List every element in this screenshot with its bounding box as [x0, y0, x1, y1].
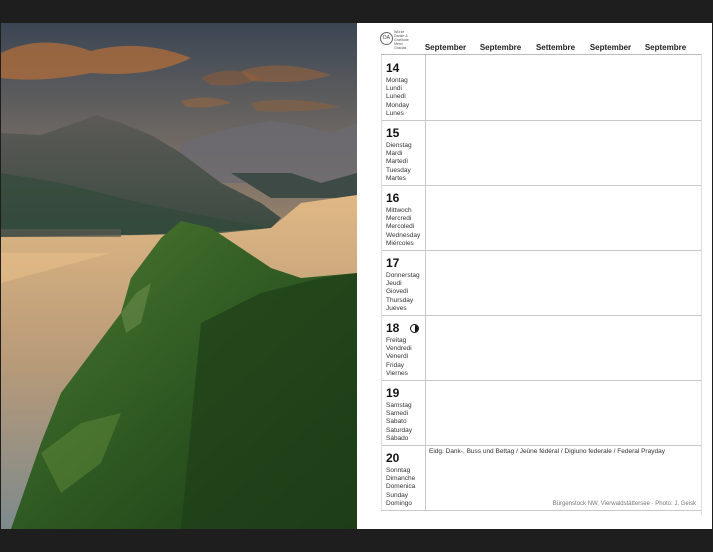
day-name-fr: Jeudi: [386, 280, 402, 288]
day-name-de: Montag: [386, 77, 408, 84]
day-row-16: 16 Mittwoch Mercredi Mercoledì Wednesday…: [381, 185, 701, 251]
day-names: Dienstag Mardi Martedì Tuesday Martes: [386, 142, 412, 183]
month-label-spanish: Septembre: [644, 43, 687, 52]
day-name-de: Donnerstag: [386, 272, 420, 279]
photo-credit: Bürgenstock NW, Vierwaldstättersee · Pho…: [552, 501, 696, 507]
day-name-it: Mercoledì: [386, 223, 415, 231]
day-name-de: Freitag: [386, 337, 407, 344]
day-name-it: Venerdì: [386, 353, 409, 361]
day-name-fr: Mercredi: [386, 215, 412, 223]
day-name-fr: Mardi: [386, 150, 403, 158]
day-row-18: 18 Freitag Vendredi Venerdì Friday Viern…: [381, 315, 701, 381]
logo-text: Würze Danke & Gratitude Merci Gracias: [394, 30, 409, 50]
day-name-fr: Dimanche: [386, 475, 416, 483]
day-name-es: Domingo: [386, 499, 413, 507]
day-cell: 15 Dienstag Mardi Martedì Tuesday Martes: [381, 120, 426, 185]
day-names: Mittwoch Mercredi Mercoledì Wednesday Mi…: [386, 207, 420, 248]
day-name-de: Sonntag: [386, 467, 411, 474]
day-cell: 19 Samstag Samedi Sabato Saturday Sábado: [381, 380, 426, 445]
day-number: 14: [386, 61, 400, 75]
day-name-it: Domenica: [386, 483, 416, 491]
calendar-spread: DA Würze Danke & Gratitude Merci Gracias…: [1, 23, 712, 529]
day-name-fr: Samedi: [386, 410, 409, 418]
day-row-14: 14 Montag Lundi Lunedì Monday Lunes: [381, 55, 701, 121]
day-name-es: Lunes: [386, 109, 404, 117]
day-row-17: 17 Donnerstag Jeudi Giovedì Thursday Jue…: [381, 250, 701, 316]
day-name-en: Wednesday: [386, 231, 421, 239]
month-label-german: September: [424, 43, 467, 52]
day-name-es: Martes: [386, 174, 406, 182]
landscape-photo: [1, 23, 357, 529]
day-cell: 14 Montag Lundi Lunedì Monday Lunes: [381, 55, 426, 120]
day-name-es: Jueves: [386, 304, 407, 312]
day-cell: 18 Freitag Vendredi Venerdì Friday Viern…: [381, 315, 426, 380]
day-name-de: Samstag: [386, 402, 412, 409]
month-label-italian: Settembre: [535, 43, 576, 52]
day-cell: 17 Donnerstag Jeudi Giovedì Thursday Jue…: [381, 250, 426, 315]
day-name-it: Sabato: [386, 418, 407, 426]
day-row-19: 19 Samstag Samedi Sabato Saturday Sábado: [381, 380, 701, 446]
day-name-it: Lunedì: [386, 93, 406, 101]
day-name-it: Giovedì: [386, 288, 409, 296]
day-number: 15: [386, 126, 400, 140]
day-name-en: Tuesday: [386, 166, 411, 174]
day-number: 18: [386, 321, 400, 335]
day-number: 17: [386, 256, 400, 270]
day-names: Freitag Vendredi Venerdì Friday Viernes: [386, 337, 412, 378]
day-row-15: 15 Dienstag Mardi Martedì Tuesday Martes: [381, 120, 701, 186]
day-number: 19: [386, 386, 400, 400]
day-name-en: Sunday: [386, 491, 409, 499]
day-cell: 20 Sonntag Dimanche Domenica Sunday Domi…: [381, 445, 426, 510]
day-name-de: Mittwoch: [386, 207, 412, 214]
day-name-en: Monday: [386, 101, 410, 109]
day-name-de: Dienstag: [386, 142, 412, 149]
day-name-en: Saturday: [386, 426, 413, 434]
day-number: 16: [386, 191, 400, 205]
day-names: Donnerstag Jeudi Giovedì Thursday Jueves: [386, 272, 420, 313]
day-name-en: Thursday: [386, 296, 414, 304]
month-label-english: September: [589, 43, 632, 52]
month-label-french: Septembre: [479, 43, 522, 52]
day-row-20: 20 Sonntag Dimanche Domenica Sunday Domi…: [381, 445, 701, 511]
day-name-es: Miércoles: [386, 239, 414, 247]
day-name-fr: Vendredi: [386, 345, 412, 353]
moon-phase-icon: [410, 324, 419, 333]
day-number: 20: [386, 451, 400, 465]
day-names: Sonntag Dimanche Domenica Sunday Domingo: [386, 467, 415, 508]
day-name-es: Viernes: [386, 369, 408, 377]
day-name-it: Martedì: [386, 158, 409, 166]
calendar-week-page: DA Würze Danke & Gratitude Merci Gracias…: [357, 23, 712, 529]
day-name-fr: Lundi: [386, 85, 402, 93]
logo-mark: DA: [380, 32, 393, 45]
day-name-es: Sábado: [386, 434, 409, 442]
day-names: Samstag Samedi Sabato Saturday Sábado: [386, 402, 412, 443]
week-grid: 14 Montag Lundi Lunedì Monday Lunes 15 D…: [381, 54, 702, 515]
day-cell: 16 Mittwoch Mercredi Mercoledì Wednesday…: [381, 185, 426, 250]
holiday-note: Eidg. Dank-, Buss und Bettag / Jeûne féd…: [429, 448, 665, 455]
logo-line: Gracias: [394, 46, 407, 50]
day-name-en: Friday: [386, 361, 405, 369]
page-header: DA Würze Danke & Gratitude Merci Gracias…: [357, 23, 712, 54]
day-names: Montag Lundi Lunedì Monday Lunes: [386, 77, 409, 118]
